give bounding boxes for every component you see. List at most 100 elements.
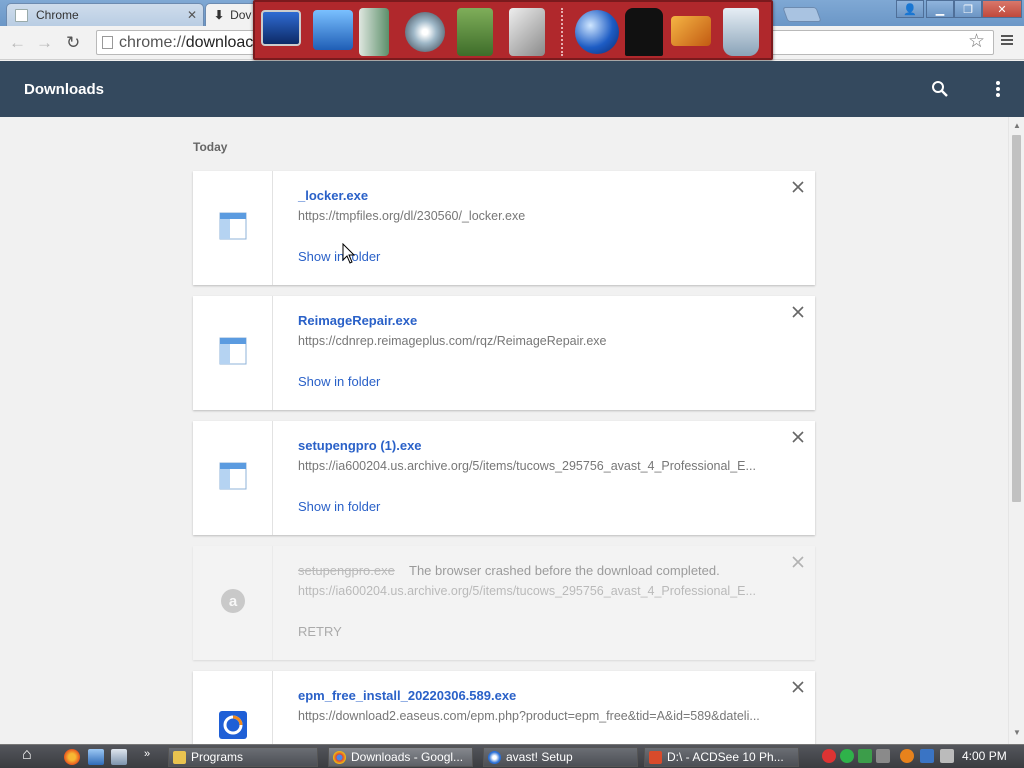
restore-button[interactable]: ❐ [954,0,982,18]
page-title: Downloads [24,81,105,98]
antivirus-tray-icon[interactable] [900,749,914,763]
download-item: epm_free_install_20220306.589.exe https:… [193,671,815,744]
close-icon[interactable] [791,680,805,694]
tshirt-icon[interactable] [625,8,663,56]
disk-icon[interactable] [405,12,445,52]
security-tray-icon[interactable] [822,749,836,763]
home-icon[interactable]: ⌂ [22,746,32,764]
address-text: downloac [185,34,254,51]
retry-button[interactable]: RETRY [298,624,342,639]
section-heading: Today [193,140,228,154]
taskbar-item-chrome[interactable]: Downloads - Googl... [328,747,473,767]
search-icon[interactable] [930,79,950,99]
recycle-bin-icon[interactable] [723,8,759,56]
update-tray-icon[interactable] [840,749,854,763]
close-icon[interactable] [791,305,805,319]
taskbar-clock[interactable]: 4:00 PM [962,749,1007,763]
exe-window-icon [219,212,247,240]
taskbar-item-acdsee[interactable]: D:\ - ACDSee 10 Ph... [644,747,799,767]
taskbar-label: avast! Setup [506,750,573,764]
taskbar-item-avast-setup[interactable]: avast! Setup [483,747,638,767]
firefox-icon[interactable] [64,749,80,765]
close-icon[interactable] [791,180,805,194]
download-item: ReimageRepair.exe https://cdnrep.reimage… [193,296,815,410]
tab-chrome[interactable]: Chrome ✕ [6,3,204,26]
show-in-folder-link[interactable]: Show in folder [298,499,380,514]
chrome-menu-icon[interactable] [1001,33,1013,47]
photo-album-icon[interactable] [457,8,493,56]
address-scheme: chrome:// [119,34,186,51]
globe-icon[interactable] [575,10,619,54]
show-desktop-icon[interactable] [88,749,104,765]
file-icon-cell [193,421,273,535]
scroll-down-arrow-icon[interactable]: ▼ [1013,728,1021,737]
close-icon[interactable] [791,430,805,444]
bookmark-star-icon[interactable]: ☆ [968,30,985,53]
downloads-list: Today _locker.exe https://tmpfiles.org/d… [0,117,1008,744]
user-profile-icon[interactable]: 👤 [896,0,924,18]
file-url[interactable]: https://download2.easeus.com/epm.php?pro… [298,709,768,723]
taskbar-label: D:\ - ACDSee 10 Ph... [667,750,784,764]
minimize-button[interactable]: ▁ [926,0,954,18]
file-name: setupengpro.exe [298,563,395,578]
launcher-separator [561,8,563,56]
acdsee-icon [649,751,662,764]
close-window-button[interactable]: ✕ [982,0,1022,18]
back-arrow-icon[interactable]: ← [9,33,26,53]
avast-icon: a [221,589,245,613]
tools-icon[interactable] [509,8,545,56]
page-icon [15,8,28,22]
more-options-icon[interactable] [990,79,1006,99]
computer-icon[interactable] [313,10,353,50]
taskbar-item-programs[interactable]: Programs [168,747,318,767]
usb-tray-icon[interactable] [876,749,890,763]
monitor-icon[interactable] [261,10,301,46]
file-icon-cell: a [193,546,273,660]
file-name-link[interactable]: setupengpro (1).exe [298,438,422,453]
explorer-icon[interactable] [111,749,127,765]
file-name-link[interactable]: epm_free_install_20220306.589.exe [298,688,516,703]
new-tab-button[interactable] [782,7,822,22]
network-tray-icon[interactable] [858,749,872,763]
reload-icon[interactable]: ↻ [66,33,80,53]
volume-muted-icon[interactable] [940,749,954,763]
tab-label: Dov [230,8,252,22]
display-tray-icon[interactable] [920,749,934,763]
exe-window-icon [219,337,247,365]
file-icon-cell [193,671,273,744]
folder-icon [173,751,186,764]
svg-text:a: a [229,593,238,610]
download-item: setupengpro (1).exe https://ia600204.us.… [193,421,815,535]
file-icon-cell [193,171,273,285]
hammer-icon[interactable] [671,16,711,46]
forward-arrow-icon[interactable]: → [36,33,53,53]
tab-close-icon[interactable]: ✕ [187,8,197,22]
taskbar-label: Programs [191,750,244,764]
file-cabinet-icon[interactable] [359,8,389,56]
file-url[interactable]: https://ia600204.us.archive.org/5/items/… [298,584,768,598]
quicklaunch-expand-icon[interactable]: » [144,748,150,760]
close-icon[interactable] [791,555,805,569]
download-icon: ⬇ [214,8,225,22]
file-name-link[interactable]: ReimageRepair.exe [298,313,417,328]
scrollbar-thumb[interactable] [1012,135,1021,502]
file-name-link[interactable]: _locker.exe [298,188,368,203]
file-url[interactable]: https://ia600204.us.archive.org/5/items/… [298,459,768,473]
file-url[interactable]: https://cdnrep.reimageplus.com/rqz/Reima… [298,334,768,348]
exe-window-icon [219,462,247,490]
downloads-header: Downloads [0,61,1024,117]
scroll-up-arrow-icon[interactable]: ▲ [1013,121,1021,130]
avast-setup-icon [488,751,501,764]
file-url[interactable]: https://tmpfiles.org/dl/230560/_locker.e… [298,209,768,223]
tab-label: Chrome [36,8,79,22]
chrome-icon [333,751,346,764]
download-item: _locker.exe https://tmpfiles.org/dl/2305… [193,171,815,285]
taskbar: ⌂ » Programs Downloads - Googl... avast!… [0,744,1024,768]
easeus-icon [219,711,247,739]
app-launcher-bar [253,0,773,60]
taskbar-label: Downloads - Googl... [351,750,464,764]
vertical-scrollbar[interactable]: ▲ ▼ [1008,117,1024,744]
download-status: The browser crashed before the download … [409,563,720,578]
show-in-folder-link[interactable]: Show in folder [298,249,380,264]
show-in-folder-link[interactable]: Show in folder [298,374,380,389]
